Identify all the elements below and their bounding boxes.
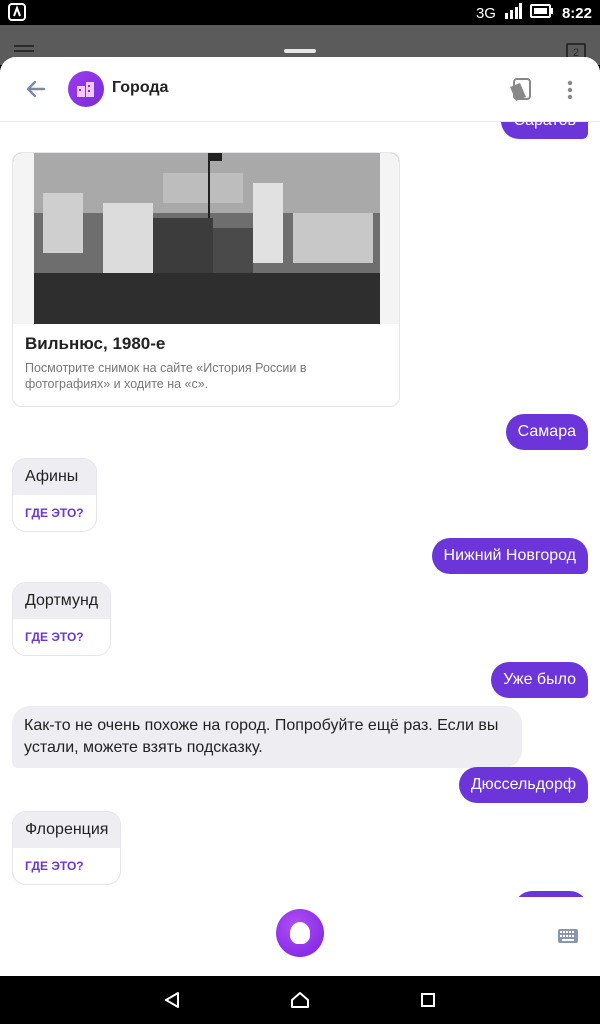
signal-icon (504, 3, 522, 23)
more-vert-icon (567, 80, 573, 100)
input-footer (0, 897, 600, 976)
user-message: Нижний Новгород (431, 538, 588, 574)
bot-city-card: Флоренция ГДЕ ЭТО? (12, 811, 122, 885)
skills-button[interactable] (506, 77, 534, 103)
user-message: Уже было (491, 662, 588, 698)
photo-card[interactable]: Вильнюс, 1980-е Посмотрите снимок на сай… (12, 152, 400, 407)
status-bar: 3G 8:22 (0, 0, 600, 25)
where-is-it-button[interactable]: ГДЕ ЭТО? (13, 619, 110, 655)
card-title: Вильнюс, 1980-е (25, 334, 166, 353)
user-message: Самара (505, 414, 588, 450)
skills-icon (510, 78, 531, 101)
alice-voice-button[interactable] (276, 909, 324, 957)
network-type: 3G (475, 4, 496, 22)
menu-icon (14, 45, 34, 47)
chat-sheet: Города Саратов (0, 57, 600, 976)
home-icon (291, 992, 309, 1008)
city-icon (76, 80, 96, 103)
chat-title: Города (112, 79, 169, 96)
where-is-it-button[interactable]: ГДЕ ЭТО? (13, 495, 96, 531)
more-button[interactable] (560, 77, 580, 103)
battery-icon (529, 4, 554, 22)
triangle-back-icon (165, 992, 179, 1008)
bot-city-name: Дортмунд (13, 583, 111, 619)
bot-message: Как-то не очень похоже на город. Попробу… (12, 706, 522, 768)
system-nav-bar (0, 976, 600, 1024)
card-photo (13, 153, 399, 324)
chat-header: Города (0, 57, 600, 122)
card-description: Посмотрите снимок на сайте «История Росс… (25, 361, 307, 391)
arrow-left-icon (26, 80, 46, 98)
bot-city-card: Афины ГДЕ ЭТО? (12, 458, 97, 532)
user-message: Дюссельдорф (458, 767, 588, 803)
sheet-drag-handle[interactable] (284, 49, 316, 53)
nav-back-button[interactable] (162, 990, 182, 1010)
bot-city-name: Флоренция (13, 812, 121, 848)
keyboard-button[interactable] (558, 929, 578, 943)
alice-icon (290, 922, 310, 944)
nav-recents-button[interactable] (418, 990, 438, 1010)
nav-home-button[interactable] (289, 990, 309, 1010)
keyboard-icon (558, 929, 578, 943)
clock: 8:22 (561, 4, 592, 22)
bot-city-name: Афины (13, 459, 96, 495)
back-button[interactable] (22, 77, 50, 101)
message-list[interactable]: Саратов (0, 121, 600, 897)
bot-city-card: Дортмунд ГДЕ ЭТО? (12, 582, 112, 656)
square-recents-icon (421, 993, 435, 1007)
notification-icon (8, 3, 26, 26)
user-message: Саратов (501, 121, 588, 139)
where-is-it-button[interactable]: ГДЕ ЭТО? (13, 848, 120, 884)
skill-avatar (68, 71, 104, 107)
